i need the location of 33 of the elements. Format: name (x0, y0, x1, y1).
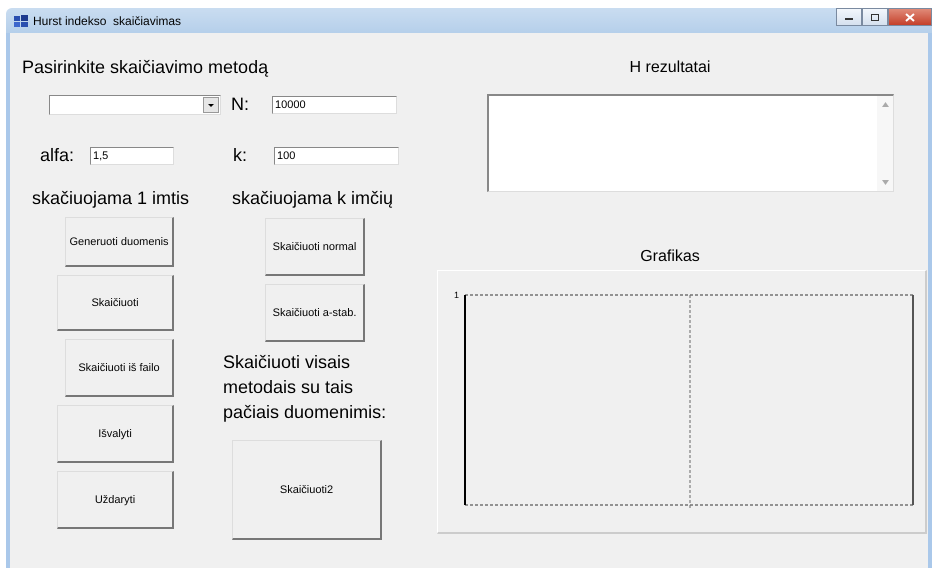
single-sample-heading: skačiuojama 1 imtis (32, 188, 190, 209)
action-button[interactable]: Skaičiuoti iš failo (65, 339, 174, 397)
scroll-down-icon (882, 180, 888, 185)
results-heading: H rezultatai (628, 59, 712, 77)
action-button[interactable]: Uždaryti (57, 471, 174, 529)
calculate2-button[interactable]: Skaičiuoti2 (232, 440, 382, 540)
results-textarea[interactable] (487, 94, 894, 192)
minimize-button[interactable] (836, 8, 862, 26)
action-button[interactable]: Generuoti duomenis (65, 217, 174, 267)
window-title: Hurst indekso skaičiavimas (33, 14, 182, 28)
maximize-icon (870, 12, 880, 22)
maximize-button[interactable] (862, 8, 888, 26)
scroll-up-icon (882, 102, 888, 107)
scrollbar[interactable] (877, 96, 893, 191)
method-dropdown[interactable] (49, 94, 221, 114)
alfa-input[interactable]: 1,5 (90, 146, 174, 164)
action-button[interactable]: Skaičiuoti normal (265, 218, 365, 276)
close-icon (905, 12, 915, 22)
k-samples-heading: skačiuojama k imčių (232, 188, 394, 209)
alfa-label: alfa: (40, 145, 76, 166)
k-label: k: (233, 145, 248, 166)
app-icon (14, 14, 28, 26)
n-label: N: (231, 94, 250, 115)
close-button[interactable] (888, 8, 932, 26)
y-tick-label: 1 (454, 290, 460, 300)
all-methods-text: Skaičiuoti visais metodais su tais pačiais duomenimis: (223, 351, 388, 424)
action-button[interactable]: Išvalyti (57, 405, 174, 463)
graph-heading: Grafikas (639, 248, 701, 266)
action-button[interactable]: Skaičiuoti (57, 275, 174, 331)
n-input[interactable]: 10000 (272, 96, 397, 114)
method-heading: Pasirinkite skaičiavimo metodą (22, 57, 270, 78)
k-input[interactable]: 100 (274, 146, 399, 164)
action-button[interactable]: Skaičiuoti a-stab. (265, 284, 365, 342)
